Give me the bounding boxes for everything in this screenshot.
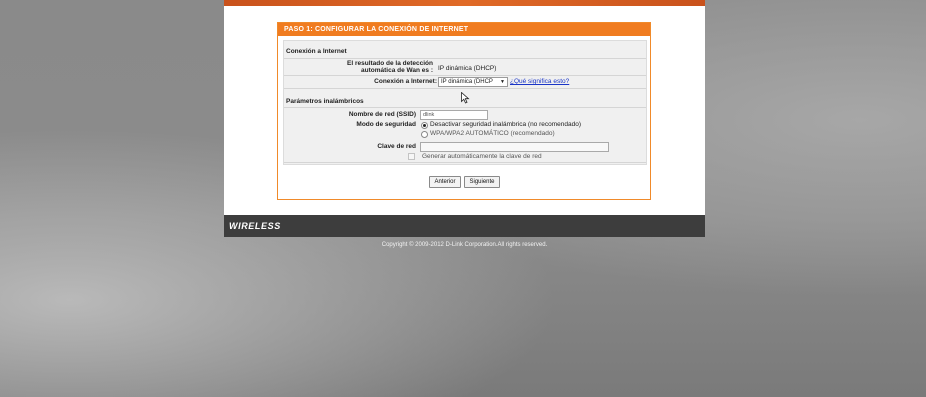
internet-connection-selected: IP dinámica (DHCP bbox=[441, 79, 493, 85]
row-divider bbox=[284, 162, 646, 163]
security-wpa-label: WPA/WPA2 AUTOMÁTICO (recomendado) bbox=[430, 130, 555, 137]
chevron-down-icon: ▼ bbox=[500, 79, 505, 85]
footer-bar: WIRELESS bbox=[224, 215, 705, 237]
security-off-label: Desactivar seguridad inalámbrica (no rec… bbox=[430, 121, 582, 128]
back-button[interactable]: Anterior bbox=[429, 176, 461, 188]
wizard-step-title: PASO 1: CONFIGURAR LA CONEXIÓN DE INTERN… bbox=[278, 23, 650, 36]
wan-detect-value: IP dinámica (DHCP) bbox=[438, 65, 497, 72]
network-key-input[interactable] bbox=[420, 142, 609, 152]
wireless-section-title: Parámetros inalámbricos bbox=[286, 98, 364, 105]
row-divider bbox=[284, 75, 646, 76]
security-wpa-radio[interactable] bbox=[421, 131, 428, 138]
help-link[interactable]: ¿Qué significa esto? bbox=[510, 78, 569, 85]
router-setup-window: PASO 1: CONFIGURAR LA CONEXIÓN DE INTERN… bbox=[224, 0, 705, 237]
network-key-label: Clave de red bbox=[377, 143, 416, 150]
internet-connection-label: Conexión a Internet: bbox=[374, 78, 437, 85]
wireless-brand: WIRELESS bbox=[229, 221, 281, 231]
security-mode-label: Modo de seguridad bbox=[356, 121, 416, 128]
ssid-label: Nombre de red (SSID) bbox=[348, 111, 416, 118]
row-divider bbox=[284, 88, 646, 89]
section-divider bbox=[284, 107, 646, 108]
security-off-radio[interactable] bbox=[421, 122, 428, 129]
next-button[interactable]: Siguiente bbox=[464, 176, 500, 188]
header-bar bbox=[224, 0, 705, 6]
wan-detect-label-line1: El resultado de la detección bbox=[347, 60, 433, 67]
copyright-text: Copyright © 2009-2012 D-Link Corporation… bbox=[381, 242, 548, 248]
ssid-input[interactable]: dlink bbox=[420, 110, 488, 120]
auto-key-label: Generar automáticamente la clave de red bbox=[422, 153, 542, 160]
auto-key-checkbox[interactable] bbox=[408, 153, 415, 160]
mouse-pointer-icon bbox=[461, 92, 470, 104]
wan-detect-label-line2: automática de Wan es : bbox=[361, 67, 433, 74]
wizard-panel: PASO 1: CONFIGURAR LA CONEXIÓN DE INTERN… bbox=[277, 22, 651, 200]
internet-section-title: Conexión a Internet bbox=[286, 48, 347, 55]
section-divider bbox=[284, 58, 646, 59]
internet-connection-select[interactable]: IP dinámica (DHCP ▼ bbox=[438, 77, 508, 87]
